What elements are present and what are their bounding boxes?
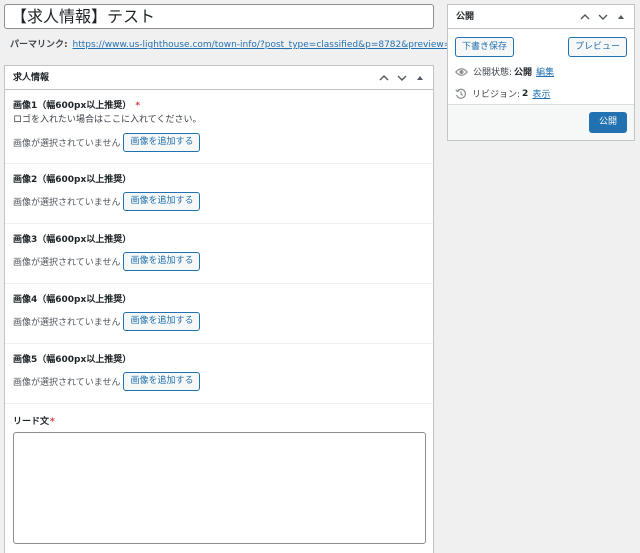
no-image-text: 画像が選択されていません [13, 258, 121, 268]
revisions-link[interactable]: 表示 [532, 87, 550, 100]
permalink: パーマリンク: https://www.us-lighthouse.com/to… [10, 37, 470, 50]
image-field-description: ロゴを入れたい場合はここに入れてください。 [13, 115, 202, 125]
lead-text-label: リード文 [13, 417, 50, 427]
image-field-3: 画像3（幅600px以上推奨） 画像が選択されていません 画像を追加する [5, 224, 433, 284]
image-field-5: 画像5（幅600px以上推奨） 画像が選択されていません 画像を追加する [5, 344, 433, 404]
no-image-text: 画像が選択されていません [13, 198, 121, 208]
add-image-button[interactable]: 画像を追加する [123, 252, 201, 271]
history-icon [455, 88, 466, 99]
toggle-panel-icon[interactable] [411, 66, 429, 90]
lead-text-textarea[interactable] [13, 432, 426, 544]
required-mark: * [135, 101, 141, 111]
revisions-count: 2 [522, 88, 529, 99]
no-image-text: 画像が選択されていません [13, 318, 121, 328]
move-up-icon[interactable] [576, 5, 594, 29]
image-field-1: 画像1（幅600px以上推奨） * ロゴを入れたい場合はここに入れてください。 画… [5, 90, 433, 164]
permalink-link[interactable]: https://www.us-lighthouse.com/town-info/… [72, 40, 469, 50]
revisions-row: リビジョン: 2 表示 [455, 87, 550, 100]
publish-button[interactable]: 公開 [588, 112, 627, 133]
move-down-icon[interactable] [393, 66, 411, 90]
preview-button[interactable]: プレビュー [567, 37, 627, 57]
add-image-button[interactable]: 画像を追加する [123, 372, 201, 391]
image-field-2: 画像2（幅600px以上推奨） 画像が選択されていません 画像を追加する [5, 164, 433, 224]
toggle-panel-icon[interactable] [612, 5, 630, 29]
save-draft-button[interactable]: 下書き保存 [455, 37, 515, 57]
image-field-4: 画像4（幅600px以上推奨） 画像が選択されていません 画像を追加する [5, 284, 433, 344]
publish-footer: 公開 [448, 104, 634, 140]
image-field-label: 画像5（幅600px以上推奨） [13, 355, 132, 365]
add-image-button[interactable]: 画像を追加する [123, 312, 201, 331]
status-label: 公開状態: [473, 68, 513, 78]
move-up-icon[interactable] [375, 66, 393, 90]
status-value: 公開 [514, 68, 533, 78]
job-info-metabox: 求人情報 画像1（幅600px以上推奨） * ロゴを入れたい場合はここに入れてくだ… [4, 65, 434, 553]
metabox-header: 公開 [448, 5, 634, 29]
image-field-label: 画像4（幅600px以上推奨） [13, 295, 132, 305]
revisions-label: リビジョン: [472, 90, 521, 100]
no-image-text: 画像が選択されていません [13, 378, 121, 388]
add-image-button[interactable]: 画像を追加する [123, 133, 201, 152]
publish-metabox: 公開 下書き保存 プレビュー 公開状態: 公開 編集 リビジョン: 2 表示 公… [447, 4, 635, 141]
permalink-label: パーマリンク: [10, 40, 68, 50]
eye-icon [455, 67, 468, 76]
no-image-text: 画像が選択されていません [13, 139, 121, 149]
image-field-label: 画像1（幅600px以上推奨） [13, 101, 132, 111]
add-image-button[interactable]: 画像を追加する [123, 192, 201, 211]
post-status-row: 公開状態: 公開 編集 [455, 65, 554, 78]
publish-title: 公開 [456, 12, 475, 22]
required-mark: * [50, 417, 55, 427]
metabox-handle-actions [576, 5, 630, 29]
post-title-input[interactable]: 【求人情報】テスト [4, 4, 434, 29]
status-edit-link[interactable]: 編集 [536, 65, 554, 78]
metabox-header: 求人情報 [5, 66, 433, 90]
image-field-label: 画像3（幅600px以上推奨） [13, 235, 132, 245]
metabox-title: 求人情報 [13, 73, 50, 83]
metabox-handle-actions [375, 66, 429, 90]
image-field-label: 画像2（幅600px以上推奨） [13, 175, 132, 185]
move-down-icon[interactable] [594, 5, 612, 29]
lead-text-field: リード文* [5, 404, 433, 553]
publish-actions: 下書き保存 プレビュー [455, 37, 627, 57]
